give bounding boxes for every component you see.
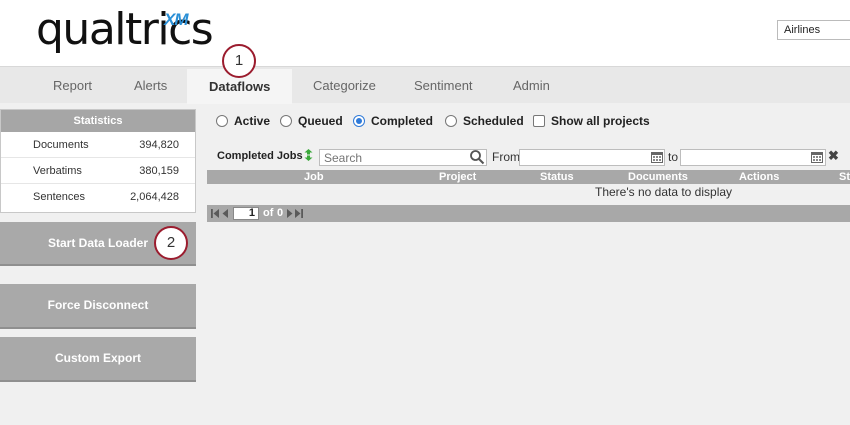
stat-value: 380,159 bbox=[139, 165, 179, 177]
from-date-input[interactable] bbox=[519, 149, 665, 166]
radio-queued[interactable] bbox=[280, 115, 292, 127]
custom-export-label: Custom Export bbox=[54, 351, 141, 365]
column-header-project[interactable]: Project bbox=[439, 170, 476, 184]
force-disconnect-button[interactable]: Force Disconnect bbox=[0, 284, 196, 329]
show-all-projects-label: Show all projects bbox=[551, 114, 650, 128]
pager-of-label: of bbox=[263, 207, 274, 219]
callout-1: 1 bbox=[222, 44, 256, 78]
logo-xm-mark: XM bbox=[164, 10, 188, 29]
jobs-grid-header: Job Project Status Documents Actions St bbox=[207, 170, 850, 184]
stat-row-verbatims: Verbatims 380,159 bbox=[1, 158, 195, 184]
from-label: From bbox=[492, 150, 520, 164]
tab-alerts[interactable]: Alerts bbox=[134, 67, 167, 104]
radio-scheduled[interactable] bbox=[445, 115, 457, 127]
calendar-icon[interactable] bbox=[811, 151, 823, 163]
tab-admin[interactable]: Admin bbox=[513, 67, 550, 104]
search-icon[interactable] bbox=[469, 149, 485, 165]
jobs-grid-body: There's no data to display bbox=[207, 184, 850, 206]
app-header: qualtrics XM Airlines bbox=[0, 0, 850, 66]
stat-value: 394,820 bbox=[139, 139, 179, 151]
radio-completed[interactable] bbox=[353, 115, 365, 127]
callout-2: 2 bbox=[154, 226, 188, 260]
page-number-input[interactable]: 1 bbox=[233, 207, 259, 220]
tab-report[interactable]: Report bbox=[53, 67, 92, 104]
stat-row-documents: Documents 394,820 bbox=[1, 132, 195, 158]
grid-pager: 1 of 0 bbox=[207, 205, 850, 222]
main-tab-bar: Report Alerts Dataflows Categorize Senti… bbox=[0, 66, 850, 104]
filter-queued-label: Queued bbox=[298, 114, 343, 128]
search-input[interactable] bbox=[319, 149, 487, 166]
empty-grid-message: There's no data to display bbox=[595, 185, 733, 199]
app-window: qualtrics XM Airlines Report Alerts Data… bbox=[0, 0, 850, 425]
completed-jobs-label: Completed Jobs bbox=[217, 150, 303, 162]
filter-completed-label: Completed bbox=[371, 114, 434, 128]
statistics-panel: Statistics Documents 394,820 Verbatims 3… bbox=[0, 109, 196, 213]
stat-value: 2,064,428 bbox=[130, 191, 179, 203]
to-label: to bbox=[668, 150, 679, 164]
tab-sentiment[interactable]: Sentiment bbox=[414, 67, 473, 104]
stat-label: Verbatims bbox=[33, 165, 82, 177]
statistics-title: Statistics bbox=[1, 110, 195, 132]
stat-label: Sentences bbox=[33, 191, 85, 203]
last-page-icon[interactable] bbox=[294, 209, 303, 218]
start-data-loader-label: Start Data Loader bbox=[47, 236, 149, 250]
clear-dates-icon[interactable]: ✖ bbox=[828, 149, 839, 163]
filter-active-label: Active bbox=[234, 114, 271, 128]
previous-page-icon[interactable] bbox=[221, 209, 230, 218]
filter-scheduled-label: Scheduled bbox=[463, 114, 524, 128]
column-header-documents[interactable]: Documents bbox=[628, 170, 688, 184]
first-page-icon[interactable] bbox=[211, 209, 220, 218]
column-header-job[interactable]: Job bbox=[304, 170, 324, 184]
radio-active[interactable] bbox=[216, 115, 228, 127]
stat-row-sentences: Sentences 2,064,428 bbox=[1, 184, 195, 210]
refresh-icon[interactable] bbox=[302, 148, 315, 162]
calendar-icon[interactable] bbox=[651, 151, 663, 163]
show-all-projects-checkbox[interactable] bbox=[533, 115, 545, 127]
column-header-actions[interactable]: Actions bbox=[739, 170, 779, 184]
stat-label: Documents bbox=[33, 139, 89, 151]
to-date-input[interactable] bbox=[680, 149, 826, 166]
column-header-status[interactable]: Status bbox=[540, 170, 574, 184]
next-page-icon[interactable] bbox=[285, 209, 294, 218]
force-disconnect-label: Force Disconnect bbox=[47, 298, 149, 312]
pager-total-pages: 0 bbox=[277, 207, 284, 219]
column-header-st[interactable]: St bbox=[839, 170, 850, 184]
custom-export-button[interactable]: Custom Export bbox=[0, 337, 196, 382]
project-select[interactable]: Airlines bbox=[777, 20, 850, 40]
tab-categorize[interactable]: Categorize bbox=[313, 67, 376, 104]
